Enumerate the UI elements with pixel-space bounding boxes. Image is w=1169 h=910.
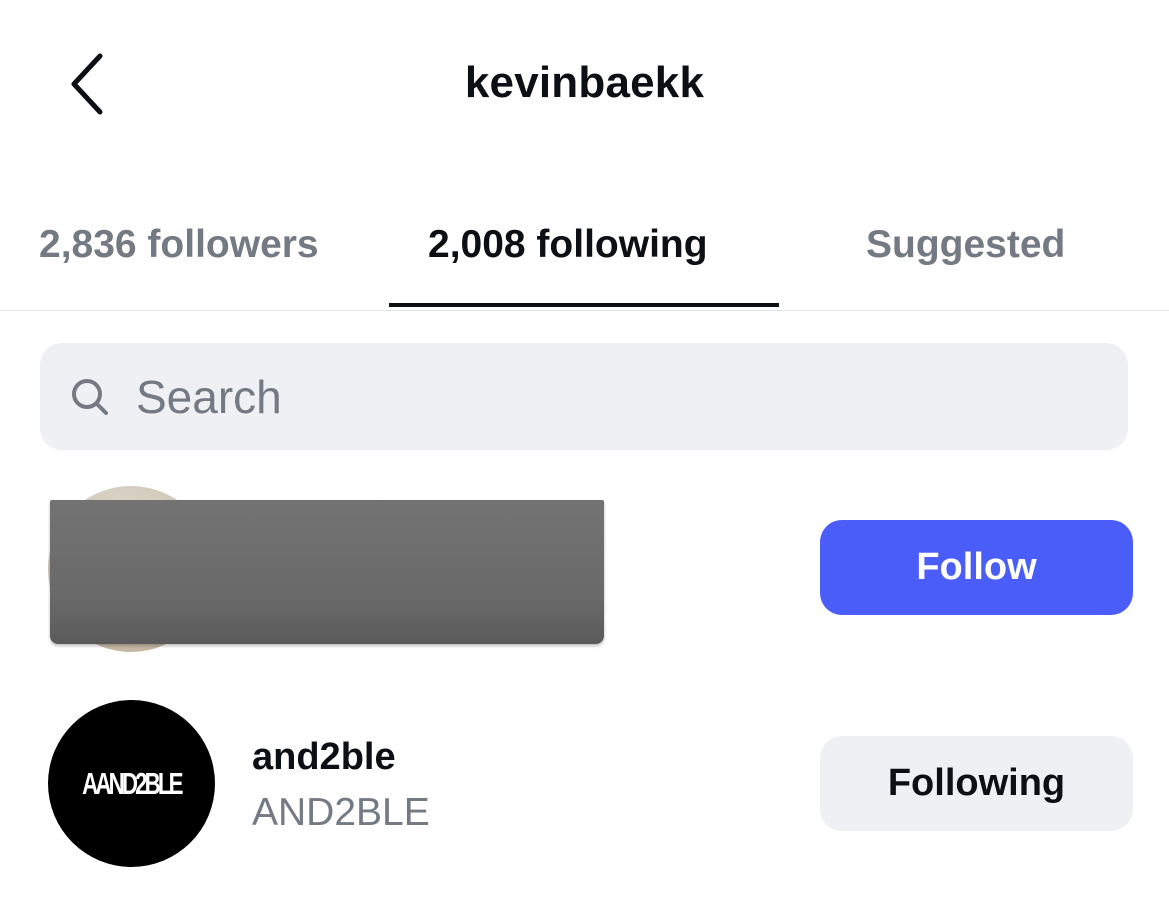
account-row[interactable]: Follow <box>0 480 1169 655</box>
and2ble-logo: AAND2BLE <box>82 765 183 801</box>
search-input[interactable] <box>136 363 1096 431</box>
avatar[interactable]: AAND2BLE <box>48 700 215 867</box>
tab-following[interactable]: 2,008 following <box>428 216 708 274</box>
account-full-name: AND2BLE <box>252 791 430 834</box>
tab-suggested[interactable]: Suggested <box>866 216 1065 274</box>
search-bar[interactable] <box>40 343 1128 450</box>
account-row[interactable]: AAND2BLE and2ble AND2BLE Following <box>0 700 1169 870</box>
active-tab-indicator <box>389 303 779 307</box>
tab-bar: 2,836 followers 2,008 following Suggeste… <box>0 200 1169 311</box>
page-title: kevinbaekk <box>464 58 705 107</box>
search-icon <box>72 379 108 415</box>
tab-followers[interactable]: 2,836 followers <box>39 216 319 274</box>
follow-button[interactable]: Follow <box>820 520 1133 615</box>
account-username[interactable]: and2ble <box>252 733 396 781</box>
redaction-block <box>50 500 604 644</box>
following-button[interactable]: Following <box>820 736 1133 831</box>
header: kevinbaekk <box>0 0 1169 170</box>
